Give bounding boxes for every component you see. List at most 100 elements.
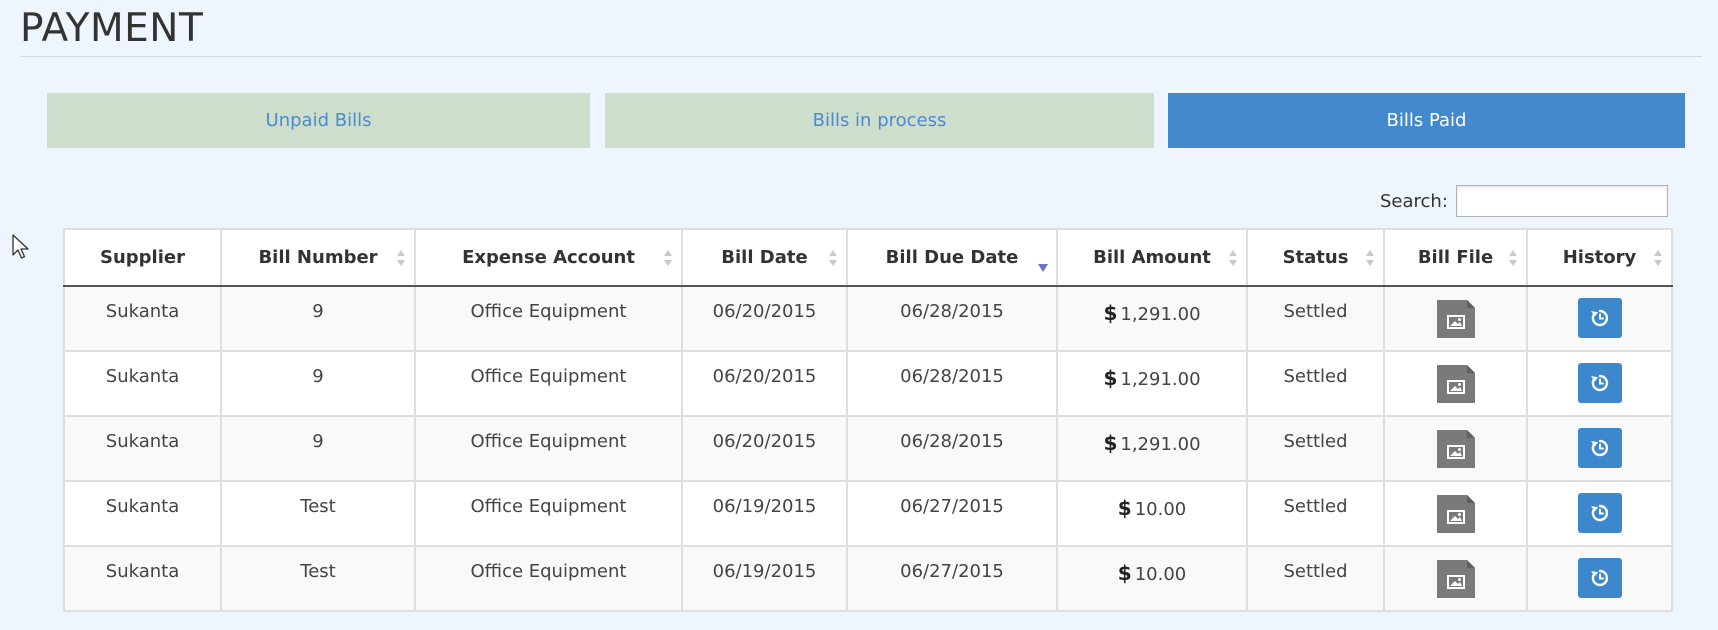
tab-bills-in-process[interactable]: Bills in process [605,93,1154,148]
sort-both-icon [1366,249,1374,266]
table-row: Sukanta 9 Office Equipment 06/20/2015 06/28/… [63,350,1673,417]
column-header-label: Expense Account [462,247,635,268]
cell-bill-due-date: 06/27/2015 [846,545,1058,612]
search-label: Search: [1380,191,1448,212]
amount-value: 1,291.00 [1120,434,1201,455]
history-icon [1590,439,1608,457]
column-header-supplier[interactable]: Supplier [63,228,222,287]
cell-bill-due-date: 06/28/2015 [846,350,1058,417]
history-button[interactable] [1577,558,1622,598]
cell-bill-amount: $10.00 [1056,480,1248,547]
sort-both-icon [664,249,672,266]
history-button[interactable] [1577,428,1622,468]
column-header-label: History [1562,247,1637,268]
column-header-bill-due-date[interactable]: Bill Due Date [846,228,1058,287]
currency-symbol: $ [1117,496,1132,520]
cell-bill-amount: $1,291.00 [1056,415,1248,482]
page-title: PAYMENT [20,6,204,51]
column-header-bill-amount[interactable]: Bill Amount [1056,228,1248,287]
table-row: Sukanta Test Office Equipment 06/19/2015 06/… [63,480,1673,547]
cell-bill-file[interactable] [1383,285,1528,352]
cell-bill-date: 06/19/2015 [681,545,848,612]
title-divider [20,56,1702,57]
search-input[interactable] [1456,185,1668,217]
history-button[interactable] [1577,298,1622,338]
column-header-label: Bill Due Date [885,247,1019,268]
currency-symbol: $ [1103,366,1118,390]
tab-bills-paid[interactable]: Bills Paid [1168,93,1685,148]
cell-expense-account: Office Equipment [414,415,683,482]
history-button[interactable] [1577,493,1622,533]
table-header-row: Supplier Bill Number Expense Account Bil… [63,228,1673,287]
cell-history [1526,545,1673,612]
cell-supplier: Sukanta [63,480,222,547]
cell-bill-number: 9 [220,415,416,482]
cell-status: Settled [1246,415,1385,482]
cell-history [1526,415,1673,482]
cell-status: Settled [1246,480,1385,547]
cell-bill-amount: $10.00 [1056,545,1248,612]
amount-value: 10.00 [1134,564,1187,585]
history-icon [1590,309,1608,327]
bills-paid-table: Supplier Bill Number Expense Account Bil… [63,228,1673,612]
image-file-icon [1436,560,1475,598]
cell-supplier: Sukanta [63,350,222,417]
image-file-icon [1436,300,1475,338]
cell-supplier: Sukanta [63,285,222,352]
image-file-icon [1436,430,1475,468]
cell-bill-file[interactable] [1383,415,1528,482]
image-file-icon [1436,365,1475,403]
cell-supplier: Sukanta [63,545,222,612]
cell-bill-number: 9 [220,285,416,352]
sort-both-icon [1509,249,1517,266]
sort-both-icon [1654,249,1662,266]
cell-bill-due-date: 06/27/2015 [846,480,1058,547]
currency-symbol: $ [1103,431,1118,455]
cell-bill-file[interactable] [1383,480,1528,547]
cell-expense-account: Office Equipment [414,545,683,612]
image-file-icon [1436,495,1475,533]
column-header-bill-number[interactable]: Bill Number [220,228,416,287]
column-header-label: Bill Number [258,247,378,268]
column-header-expense-account[interactable]: Expense Account [414,228,683,287]
column-header-label: Supplier [100,247,185,268]
sort-desc-icon [1038,263,1048,272]
cell-bill-date: 06/19/2015 [681,480,848,547]
cell-bill-file[interactable] [1383,545,1528,612]
history-icon [1590,504,1608,522]
cell-bill-date: 06/20/2015 [681,350,848,417]
sort-both-icon [829,249,837,266]
currency-symbol: $ [1103,301,1118,325]
column-header-bill-date[interactable]: Bill Date [681,228,848,287]
table-row: Sukanta Test Office Equipment 06/19/2015 06/… [63,545,1673,612]
column-header-status[interactable]: Status [1246,228,1385,287]
column-header-label: Status [1282,247,1349,268]
cell-history [1526,480,1673,547]
cell-status: Settled [1246,545,1385,612]
cell-expense-account: Office Equipment [414,480,683,547]
cell-bill-amount: $1,291.00 [1056,285,1248,352]
cell-expense-account: Office Equipment [414,350,683,417]
cell-bill-due-date: 06/28/2015 [846,415,1058,482]
column-header-bill-file[interactable]: Bill File [1383,228,1528,287]
cell-bill-due-date: 06/28/2015 [846,285,1058,352]
history-button[interactable] [1577,363,1622,403]
cell-bill-number: Test [220,480,416,547]
cell-bill-number: 9 [220,350,416,417]
amount-value: 1,291.00 [1120,369,1201,390]
column-header-history[interactable]: History [1526,228,1673,287]
cell-bill-file[interactable] [1383,350,1528,417]
sort-both-icon [1229,249,1237,266]
cell-history [1526,350,1673,417]
history-icon [1590,569,1608,587]
amount-value: 1,291.00 [1120,304,1201,325]
cell-bill-number: Test [220,545,416,612]
cell-history [1526,285,1673,352]
cell-bill-date: 06/20/2015 [681,285,848,352]
cell-bill-date: 06/20/2015 [681,415,848,482]
tab-unpaid-bills[interactable]: Unpaid Bills [47,93,590,148]
currency-symbol: $ [1117,561,1132,585]
mouse-pointer-icon [12,234,29,259]
sort-both-icon [397,249,405,266]
column-header-label: Bill Amount [1093,247,1211,268]
